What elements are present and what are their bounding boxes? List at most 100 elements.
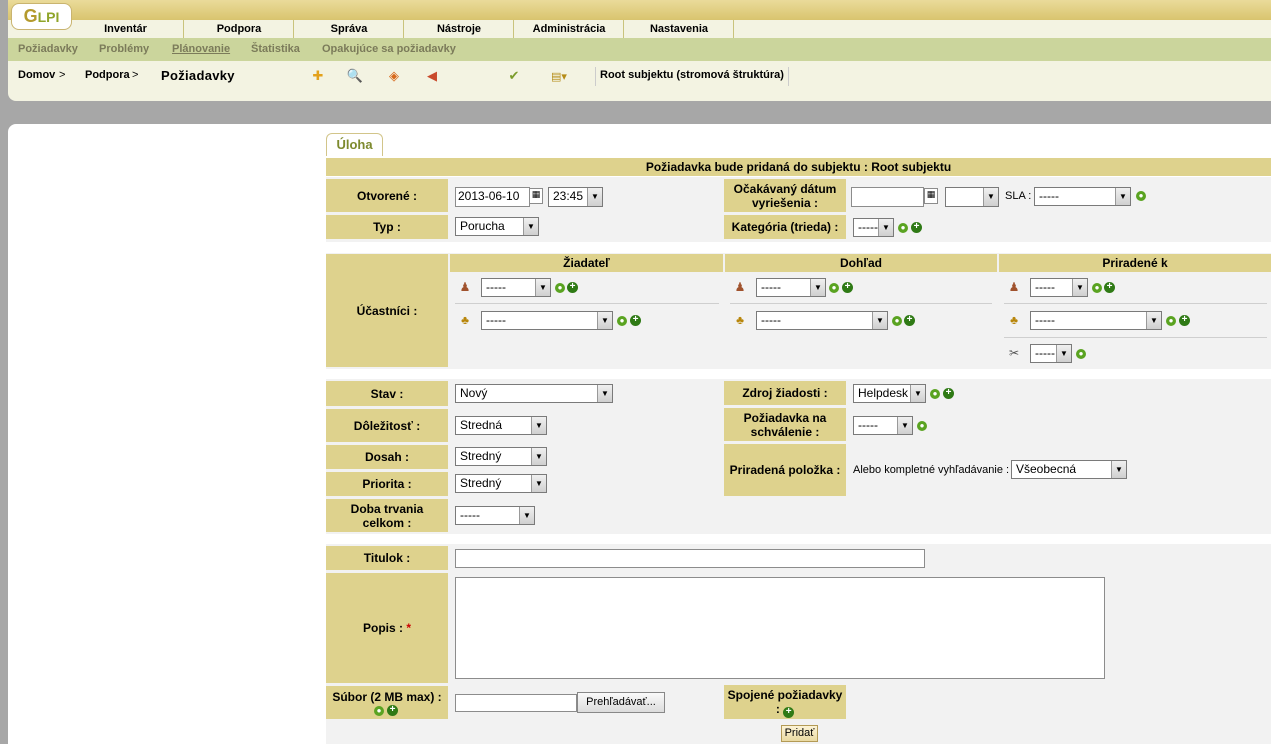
title-label: Titulok : [326, 546, 448, 570]
opened-date-input[interactable]: 2013-06-10 [455, 187, 530, 207]
observer-user-select[interactable]: ----- ▼ [756, 278, 826, 297]
add-icon[interactable]: + [1104, 282, 1115, 293]
submenu-tickets[interactable]: Požiadavky [18, 43, 78, 55]
duration-select[interactable]: ----- ▼ [455, 506, 535, 525]
search-icon[interactable]: ● [898, 223, 908, 233]
description-textarea[interactable] [455, 577, 1105, 679]
menu-administration[interactable]: Administrácia [515, 20, 624, 38]
glpi-logo[interactable]: GLPI [11, 3, 72, 30]
search-icon[interactable]: ● [829, 283, 839, 293]
crumb-separator: > [132, 69, 139, 81]
group-icon: ♣ [736, 313, 744, 327]
linked-tickets-label: Spojené požiadavky : + [724, 685, 846, 719]
assigned-header: Priradené k [999, 254, 1271, 272]
observer-group-select[interactable]: ----- ▼ [756, 311, 888, 330]
validation-select[interactable]: ----- ▼ [853, 416, 913, 435]
divider [1004, 303, 1267, 304]
requester-user-select[interactable]: ----- ▼ [481, 278, 551, 297]
add-icon[interactable]: + [1179, 315, 1190, 326]
header: GLPI Inventár Podpora Správa Nástroje Ad… [8, 0, 1271, 101]
search-icon[interactable]: ● [1166, 316, 1176, 326]
crumb-support[interactable]: Podpora [85, 69, 130, 81]
source-select[interactable]: Helpdesk ▼ [853, 384, 926, 403]
add-icon[interactable]: + [943, 388, 954, 399]
chevron-down-icon: ▼ [1056, 345, 1071, 362]
add-icon[interactable]: + [387, 704, 398, 716]
list-view-icon[interactable]: ▤▾ [541, 67, 577, 85]
search-icon[interactable]: ● [555, 283, 565, 293]
breadcrumb: Domov > Podpora > Požiadavky ✚ 🔍 ◈ ◀ ✔ ▤… [8, 62, 1271, 92]
due-time-select[interactable]: ▼ [945, 187, 999, 207]
search-icon[interactable]: ● [930, 389, 940, 399]
source-label: Zdroj žiadosti : [724, 381, 846, 405]
due-date-label: Očakávaný dátum vyriešenia : [724, 179, 846, 212]
add-icon[interactable]: + [630, 315, 641, 326]
search-icon[interactable]: ● [374, 705, 384, 716]
menu-tools[interactable]: Nástroje [405, 20, 514, 38]
opened-time-select[interactable]: 23:45 ▼ [548, 187, 603, 207]
due-date-input[interactable] [851, 187, 924, 207]
item-type-select[interactable]: Všeobecná ▼ [1011, 460, 1127, 479]
submenu-statistics[interactable]: Štatistika [251, 43, 300, 55]
add-icon[interactable]: + [904, 315, 915, 326]
search-icon[interactable]: ● [1136, 191, 1146, 201]
type-label: Typ : [326, 215, 448, 239]
search-icon[interactable]: ● [917, 421, 927, 431]
sub-menu: Požiadavky Problémy Plánovanie Štatistik… [8, 38, 1271, 61]
entity-selector[interactable]: Root subjektu (stromová štruktúra) [595, 67, 789, 86]
user-icon: ♟ [734, 280, 746, 294]
add-icon[interactable]: + [842, 282, 853, 293]
chevron-down-icon: ▼ [519, 507, 534, 524]
search-icon[interactable]: ● [892, 316, 902, 326]
menu-inventory[interactable]: Inventár [68, 20, 184, 38]
template-icon[interactable]: ◈ [385, 67, 403, 85]
calendar-icon[interactable]: ▦ [529, 188, 543, 204]
submenu-problems[interactable]: Problémy [99, 43, 149, 55]
chevron-down-icon: ▼ [597, 385, 612, 402]
add-submit-button[interactable]: Pridať [781, 725, 818, 742]
type-select[interactable]: Porucha ▼ [455, 217, 539, 236]
title-input[interactable] [455, 549, 925, 568]
impact-select[interactable]: Stredný ▼ [455, 447, 547, 466]
category-select[interactable]: ----- ▼ [853, 218, 894, 237]
add-icon[interactable]: ✚ [309, 67, 327, 85]
assigned-supplier-select[interactable]: ----- ▼ [1030, 344, 1072, 363]
crumb-home[interactable]: Domov [18, 69, 55, 81]
chevron-down-icon: ▼ [531, 448, 546, 465]
search-icon[interactable]: ● [617, 316, 627, 326]
urgency-select[interactable]: Stredná ▼ [455, 416, 547, 435]
menu-management[interactable]: Správa [295, 20, 404, 38]
user-icon: ♟ [1008, 280, 1020, 294]
chevron-down-icon: ▼ [523, 218, 538, 235]
divider [455, 303, 719, 304]
tab-task[interactable]: Úloha [326, 133, 383, 156]
status-select[interactable]: Nový ▼ [455, 384, 613, 403]
requester-group-select[interactable]: ----- ▼ [481, 311, 613, 330]
chevron-down-icon: ▼ [531, 475, 546, 492]
add-icon[interactable]: + [783, 706, 795, 718]
group-icon: ♣ [461, 313, 469, 327]
search-icon[interactable]: ● [1092, 283, 1102, 293]
add-icon[interactable]: + [911, 222, 922, 233]
browse-button[interactable]: Prehľadávať... [577, 692, 665, 713]
menu-settings[interactable]: Nastavenia [625, 20, 734, 38]
search-icon[interactable]: 🔍 [346, 67, 364, 85]
assigned-group-select[interactable]: ----- ▼ [1030, 311, 1162, 330]
check-icon[interactable]: ✔ [505, 67, 523, 85]
submenu-planning[interactable]: Plánovanie [172, 43, 230, 55]
calendar-icon[interactable]: ▦ [924, 188, 938, 204]
opened-label: Otvorené : [326, 179, 448, 212]
file-label: Súbor (2 MB max) : ● + [326, 686, 448, 719]
back-icon[interactable]: ◀ [423, 67, 441, 85]
submenu-recurrent[interactable]: Opakujúce sa požiadavky [322, 43, 456, 55]
chevron-down-icon: ▼ [1111, 461, 1126, 478]
menu-support[interactable]: Podpora [185, 20, 294, 38]
file-input[interactable] [455, 694, 577, 712]
priority-select[interactable]: Stredný ▼ [455, 474, 547, 493]
search-icon[interactable]: ● [1076, 349, 1086, 359]
sla-select[interactable]: ----- ▼ [1034, 187, 1131, 206]
user-icon: ♟ [459, 280, 471, 294]
assigned-user-select[interactable]: ----- ▼ [1030, 278, 1088, 297]
top-bar [8, 0, 1271, 20]
add-icon[interactable]: + [567, 282, 578, 293]
